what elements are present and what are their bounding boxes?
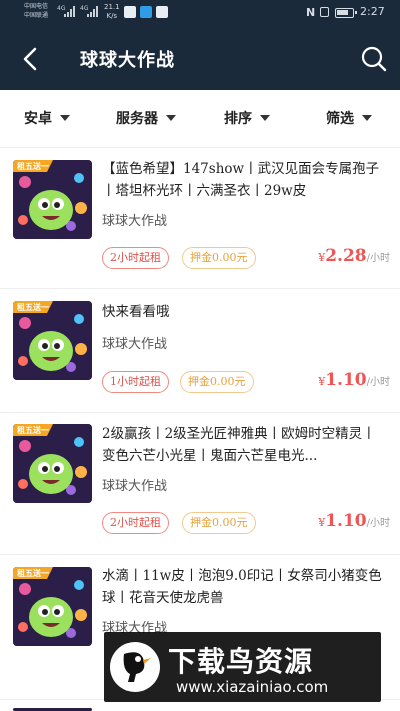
bird-logo-icon bbox=[110, 642, 160, 692]
listing-game-name: 球球大作战 bbox=[102, 479, 168, 494]
price-unit: /小时 bbox=[366, 377, 390, 388]
triangle-down-icon bbox=[260, 115, 270, 121]
rent-min-tag: 1小时起租 bbox=[102, 371, 169, 393]
listing-title: 快来看看哦 bbox=[102, 304, 170, 320]
carrier-labels: 中国电信 中国联通 bbox=[24, 2, 48, 20]
triangle-down-icon bbox=[166, 115, 176, 121]
listing-title: 2级赢孩丨2级圣光匠神雅典丨欧姆时空精灵丨变色六芒小光星丨鬼面六芒星电光... bbox=[102, 426, 376, 464]
signal-bars-1-icon bbox=[64, 5, 78, 17]
rent-min-tag: 2小时起租 bbox=[102, 247, 169, 269]
game-thumbnail: 租五送一 bbox=[13, 301, 92, 380]
signal-bars-2-icon bbox=[87, 5, 101, 17]
deposit-tag: 押金0.00元 bbox=[180, 371, 254, 393]
status-time: 2:27 bbox=[360, 5, 385, 18]
watermark-banner: 下载鸟资源 www.xiazainiao.com bbox=[104, 632, 381, 702]
listing-item[interactable]: 租五送一 2级赢孩丨2级圣光匠神雅典丨欧姆时空精灵丨变色六芒小光星丨鬼面六芒星电… bbox=[0, 413, 400, 555]
net-speed-unit: K/s bbox=[106, 12, 118, 20]
promo-badge: 租五送一 bbox=[17, 568, 49, 578]
listing-title: 【蓝色希望】147show丨武汉见面会专属孢子丨塔坦杯光环丨六满圣衣丨29w皮 bbox=[102, 161, 380, 199]
net-speed: 21.1 K/s bbox=[104, 3, 120, 21]
promo-badge: 租五送一 bbox=[17, 425, 49, 435]
filter-label: 安卓 bbox=[24, 111, 52, 127]
filter-bar: 安卓 服务器 排序 筛选 bbox=[0, 90, 400, 148]
triangle-down-icon bbox=[362, 115, 372, 121]
deposit-tag: 押金0.00元 bbox=[182, 247, 256, 269]
watermark-text: 下载鸟资源 bbox=[168, 645, 314, 678]
nfc-icon: N bbox=[306, 6, 316, 19]
chevron-left-icon bbox=[23, 47, 37, 71]
price-value: 2.28 bbox=[325, 246, 367, 266]
rent-min-tag: 2小时起租 bbox=[102, 512, 169, 534]
price-unit: /小时 bbox=[366, 518, 390, 529]
listing-title: 水滴丨11w皮丨泡泡9.0印记丨女祭司小猪变色球丨花音天使龙虎兽 bbox=[102, 568, 382, 606]
game-thumbnail: 租五送一 bbox=[13, 160, 92, 239]
search-icon bbox=[361, 46, 387, 72]
promo-badge: 租五送一 bbox=[17, 302, 49, 312]
search-button[interactable] bbox=[360, 45, 388, 73]
net-speed-value: 21.1 bbox=[104, 3, 120, 11]
notification-app-icon bbox=[156, 6, 168, 18]
price-value: 1.10 bbox=[325, 511, 367, 531]
listing-game-name: 球球大作战 bbox=[102, 214, 168, 229]
filter-label: 筛选 bbox=[326, 111, 354, 127]
filter-screen[interactable]: 筛选 bbox=[326, 108, 372, 128]
notification-app-icon bbox=[124, 6, 136, 18]
listing-price: ¥1.10/小时 bbox=[318, 370, 390, 390]
filter-server[interactable]: 服务器 bbox=[116, 108, 176, 128]
filter-label: 服务器 bbox=[116, 111, 158, 127]
status-bar: 中国电信 中国联通 4G 4G 21.1 K/s N 2:27 bbox=[0, 0, 400, 26]
app-header: 球球大作战 bbox=[0, 26, 400, 90]
carrier-1: 中国电信 bbox=[24, 3, 49, 10]
listing-price: ¥2.28/小时 bbox=[318, 246, 390, 266]
battery-icon bbox=[335, 8, 357, 18]
triangle-down-icon bbox=[60, 115, 70, 121]
carrier-2: 中国联通 bbox=[24, 12, 49, 19]
listing-item[interactable]: 租五送一 【蓝色希望】147show丨武汉见面会专属孢子丨塔坦杯光环丨六满圣衣丨… bbox=[0, 148, 400, 289]
listing-game-name: 球球大作战 bbox=[102, 337, 168, 352]
listing-item[interactable]: 租五送一 快来看看哦 球球大作战 1小时起租 押金0.00元 ¥1.10/小时 bbox=[0, 289, 400, 413]
watermark-url: www.xiazainiao.com bbox=[176, 678, 329, 696]
listing-price: ¥1.10/小时 bbox=[318, 511, 390, 531]
filter-sort[interactable]: 排序 bbox=[224, 108, 270, 128]
filter-label: 排序 bbox=[224, 111, 252, 127]
vibrate-icon bbox=[320, 7, 329, 17]
price-unit: /小时 bbox=[366, 253, 390, 264]
filter-platform[interactable]: 安卓 bbox=[24, 108, 70, 128]
price-value: 1.10 bbox=[325, 370, 367, 390]
game-thumbnail: 租五送一 bbox=[13, 424, 92, 503]
back-button[interactable] bbox=[18, 46, 44, 72]
notification-app-icon bbox=[140, 6, 152, 18]
deposit-tag: 押金0.00元 bbox=[182, 512, 256, 534]
page-title: 球球大作战 bbox=[80, 50, 175, 71]
game-thumbnail: 租五送一 bbox=[13, 567, 92, 646]
promo-badge: 租五送一 bbox=[17, 161, 49, 171]
